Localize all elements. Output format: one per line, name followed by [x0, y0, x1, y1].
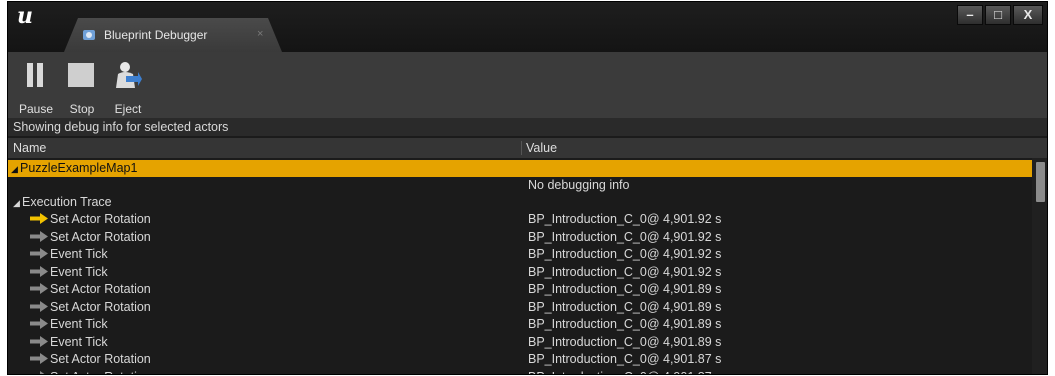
trace-row[interactable]: Set Actor Rotation BP_Introduction_C_0@ 4… [8, 369, 1034, 375]
trace-node-name: Event Tick [50, 247, 108, 261]
stop-icon [68, 63, 94, 87]
debug-tree: ◢ PuzzleExampleMap1 No debugging info ◢ Ex… [8, 158, 1034, 375]
trace-node-value: BP_Introduction_C_0@ 4,901.87 s [528, 352, 722, 366]
trace-row[interactable]: Set Actor Rotation BP_Introduction_C_0@ 4… [8, 281, 1034, 298]
column-divider[interactable] [521, 141, 522, 155]
minimize-button[interactable]: – [957, 5, 983, 25]
trace-node-value: BP_Introduction_C_0@ 4,901.92 s [528, 212, 722, 226]
title-bar[interactable]: u Blueprint Debugger × – □ X [8, 2, 1047, 52]
pause-label: Pause [18, 102, 54, 116]
trace-row[interactable]: Event Tick BP_Introduction_C_0@ 4,901.89 … [8, 316, 1034, 333]
trace-node-name: Set Actor Rotation [50, 229, 151, 244]
debugger-tab-icon [83, 30, 95, 40]
trace-node-name: Set Actor Rotation [50, 282, 151, 296]
execution-arrow-icon [30, 283, 48, 294]
execution-arrow-icon [30, 370, 46, 374]
map-name: PuzzleExampleMap1 [20, 161, 138, 175]
eject-button[interactable]: Eject [104, 56, 152, 116]
column-name-header[interactable]: Name [13, 138, 46, 158]
tab-blueprint-debugger[interactable]: Blueprint Debugger × [64, 18, 282, 52]
debug-info-status: Showing debug info for selected actors [8, 118, 1047, 136]
execution-arrow-icon [30, 318, 48, 329]
execution-arrow-icon [30, 300, 48, 312]
close-window-button[interactable]: X [1013, 5, 1043, 25]
stop-button[interactable]: Stop [58, 56, 106, 116]
trace-node-name: Set Actor Rotation [50, 299, 151, 314]
column-header: Name Value [8, 138, 1047, 158]
trace-node-name: Event Tick [50, 264, 108, 279]
trace-row[interactable]: Set Actor Rotation BP_Introduction_C_0@ 4… [8, 229, 1034, 246]
blueprint-debugger-window: u Blueprint Debugger × – □ X Pause Stop … [7, 1, 1048, 375]
scrollbar-thumb[interactable] [1036, 162, 1045, 202]
tree-row-map[interactable]: ◢ PuzzleExampleMap1 [8, 160, 1034, 177]
execution-arrow-icon [30, 265, 48, 277]
execution-trace-label: Execution Trace [22, 195, 112, 209]
tab-label: Blueprint Debugger [104, 28, 208, 42]
trace-node-value: BP_Introduction_C_0@ 4,901.89 s [528, 282, 722, 296]
current-execution-arrow-icon [30, 213, 48, 224]
expand-triangle-icon[interactable]: ◢ [13, 195, 22, 212]
trace-node-value: BP_Introduction_C_0@ 4,901.87 s [528, 369, 721, 375]
eject-label: Eject [114, 102, 142, 116]
trace-node-name: Set Actor Rotation [50, 352, 151, 366]
trace-row[interactable]: Set Actor Rotation BP_Introduction_C_0@ 4… [8, 299, 1034, 316]
window-controls: – □ X [955, 5, 1043, 27]
execution-arrow-icon [30, 335, 48, 347]
trace-row[interactable]: Set Actor Rotation BP_Introduction_C_0@ 4… [8, 351, 1034, 368]
execution-arrow-icon [30, 230, 48, 242]
trace-node-value: BP_Introduction_C_0@ 4,901.92 s [528, 264, 722, 279]
tree-row-map-value: No debugging info [8, 177, 1034, 194]
maximize-button[interactable]: □ [985, 5, 1011, 25]
eject-icon [116, 62, 142, 88]
trace-row[interactable]: Event Tick BP_Introduction_C_0@ 4,901.89 … [8, 334, 1034, 351]
trace-row[interactable]: Event Tick BP_Introduction_C_0@ 4,901.92 … [8, 246, 1034, 263]
execution-arrow-icon [30, 248, 48, 259]
stop-label: Stop [69, 102, 95, 116]
trace-node-name: Event Tick [50, 317, 108, 331]
trace-node-name: Event Tick [50, 334, 108, 349]
trace-node-value: BP_Introduction_C_0@ 4,901.89 s [528, 334, 722, 349]
pause-icon [27, 63, 43, 87]
toolbar: Pause Stop Eject [8, 52, 1047, 118]
trace-node-value: BP_Introduction_C_0@ 4,901.92 s [528, 247, 722, 261]
trace-node-name: Set Actor Rotation [50, 370, 151, 375]
tree-row-execution-trace[interactable]: ◢ Execution Trace [8, 194, 1034, 211]
vertical-scrollbar[interactable] [1032, 158, 1047, 374]
trace-node-value: BP_Introduction_C_0@ 4,901.89 s [528, 317, 722, 331]
execution-arrow-icon [30, 353, 48, 364]
trace-node-name: Set Actor Rotation [50, 212, 151, 226]
trace-row[interactable]: Event Tick BP_Introduction_C_0@ 4,901.92 … [8, 264, 1034, 281]
pause-button[interactable]: Pause [12, 56, 60, 116]
unreal-logo-icon: u [17, 3, 33, 29]
trace-row[interactable]: Set Actor Rotation BP_Introduction_C_0@ 4… [8, 211, 1034, 228]
column-value-header[interactable]: Value [526, 138, 557, 158]
tab-close-icon[interactable]: × [257, 28, 263, 40]
expand-triangle-icon[interactable]: ◢ [11, 161, 20, 178]
trace-node-value: BP_Introduction_C_0@ 4,901.92 s [528, 229, 722, 244]
trace-node-value: BP_Introduction_C_0@ 4,901.89 s [528, 299, 722, 314]
map-value: No debugging info [528, 178, 630, 192]
